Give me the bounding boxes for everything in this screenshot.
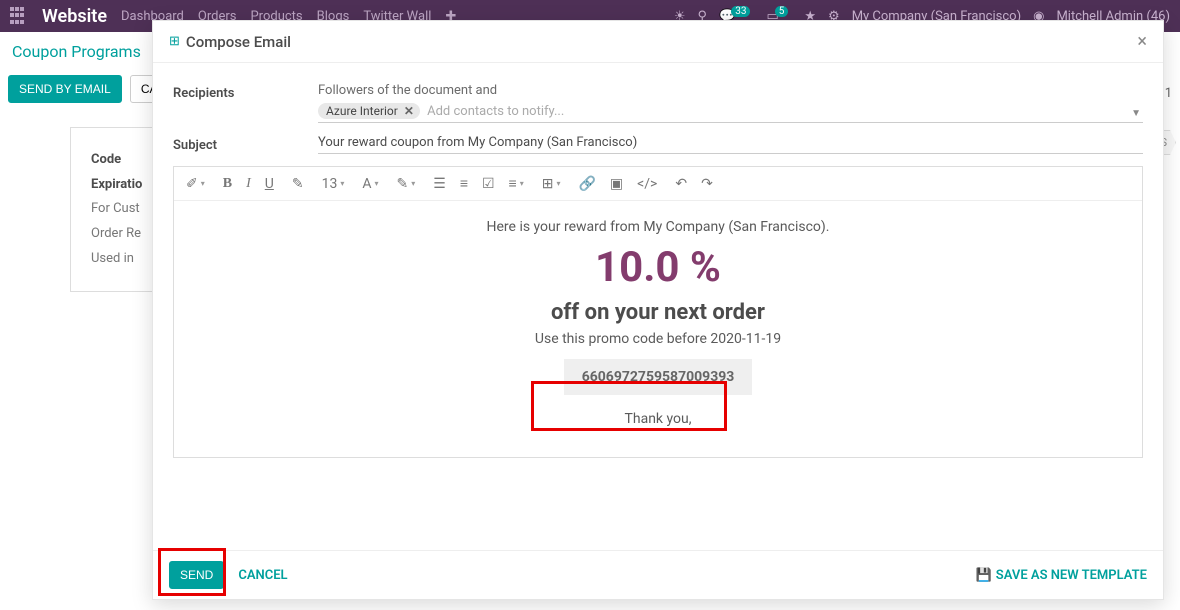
- subject-input[interactable]: Your reward coupon from My Company (San …: [318, 135, 1143, 154]
- email-body[interactable]: Here is your reward from My Company (San…: [174, 201, 1142, 457]
- code-icon[interactable]: </>: [637, 176, 657, 192]
- modal-title: Compose Email: [186, 33, 291, 51]
- italic-icon[interactable]: I: [246, 176, 251, 192]
- text-color-icon[interactable]: A▾: [362, 176, 378, 192]
- align-icon[interactable]: ≡▾: [509, 175, 524, 192]
- send-button[interactable]: SEND: [169, 561, 224, 589]
- subject-label: Subject: [173, 135, 318, 154]
- recipients-placeholder: Add contacts to notify...: [427, 104, 564, 119]
- recipients-row: Recipients Followers of the document and…: [173, 83, 1143, 123]
- bold-icon[interactable]: B: [223, 176, 232, 192]
- subject-value: Your reward coupon from My Company (San …: [318, 135, 637, 150]
- compose-email-modal: ⊞ Compose Email × Recipients Followers o…: [152, 20, 1164, 600]
- subject-row: Subject Your reward coupon from My Compa…: [173, 135, 1143, 154]
- table-icon[interactable]: ⊞▾: [542, 176, 561, 192]
- undo-icon[interactable]: ↶: [675, 176, 687, 192]
- save-as-template-label: SAVE AS NEW TEMPLATE: [996, 568, 1147, 583]
- link-icon[interactable]: 🔗: [578, 176, 595, 192]
- modal-header: ⊞ Compose Email ×: [153, 21, 1163, 63]
- checklist-icon[interactable]: ☑: [482, 176, 495, 192]
- thank-you-text: Thank you,: [194, 411, 1122, 427]
- promo-code: 6606972759587009393: [564, 359, 753, 395]
- font-size-picker[interactable]: 13▾: [322, 176, 345, 192]
- close-icon[interactable]: ×: [1137, 31, 1147, 52]
- ordered-list-icon[interactable]: ≡: [460, 175, 468, 192]
- image-icon[interactable]: ▣: [610, 176, 623, 192]
- recipients-field[interactable]: Followers of the document and Azure Inte…: [318, 83, 1143, 123]
- save-icon: 💾: [976, 568, 992, 583]
- modal-body: Recipients Followers of the document and…: [153, 63, 1163, 550]
- magic-wand-icon[interactable]: ✐▾: [186, 176, 205, 192]
- redo-icon[interactable]: ↷: [701, 176, 713, 192]
- chevron-down-icon[interactable]: ▼: [1131, 108, 1141, 119]
- email-intro: Here is your reward from My Company (San…: [194, 219, 1122, 235]
- highlight-icon[interactable]: ✎▾: [397, 176, 416, 192]
- remove-format-icon[interactable]: ✎: [292, 176, 304, 192]
- recipient-tag-label: Azure Interior: [326, 104, 398, 118]
- font-size-value: 13: [322, 176, 338, 192]
- save-as-template-button[interactable]: 💾 SAVE AS NEW TEMPLATE: [976, 568, 1147, 583]
- recipient-tag[interactable]: Azure Interior ✕: [318, 103, 420, 119]
- cancel-button[interactable]: CANCEL: [238, 568, 287, 583]
- underline-icon[interactable]: U: [265, 176, 274, 192]
- off-text: off on your next order: [194, 300, 1122, 325]
- remove-tag-icon[interactable]: ✕: [404, 104, 414, 118]
- modal-footer: SEND CANCEL 💾 SAVE AS NEW TEMPLATE: [153, 550, 1163, 599]
- editor-toolbar: ✐▾ B I U ✎ 13▾ A▾ ✎▾ ☰ ≡ ☑ ≡▾ ⊞▾ 🔗: [174, 167, 1142, 201]
- font-color-label: A: [362, 176, 371, 192]
- use-before-text: Use this promo code before 2020-11-19: [194, 331, 1122, 347]
- rich-text-editor: ✐▾ B I U ✎ 13▾ A▾ ✎▾ ☰ ≡ ☑ ≡▾ ⊞▾ 🔗: [173, 166, 1143, 458]
- followers-text: Followers of the document and: [318, 83, 1143, 98]
- promo-code-box: 6606972759587009393: [564, 359, 753, 395]
- recipients-label: Recipients: [173, 83, 318, 123]
- unordered-list-icon[interactable]: ☰: [433, 176, 446, 192]
- discount-percent: 10.0 %: [194, 243, 1122, 292]
- bug-icon[interactable]: ⊞: [169, 34, 180, 49]
